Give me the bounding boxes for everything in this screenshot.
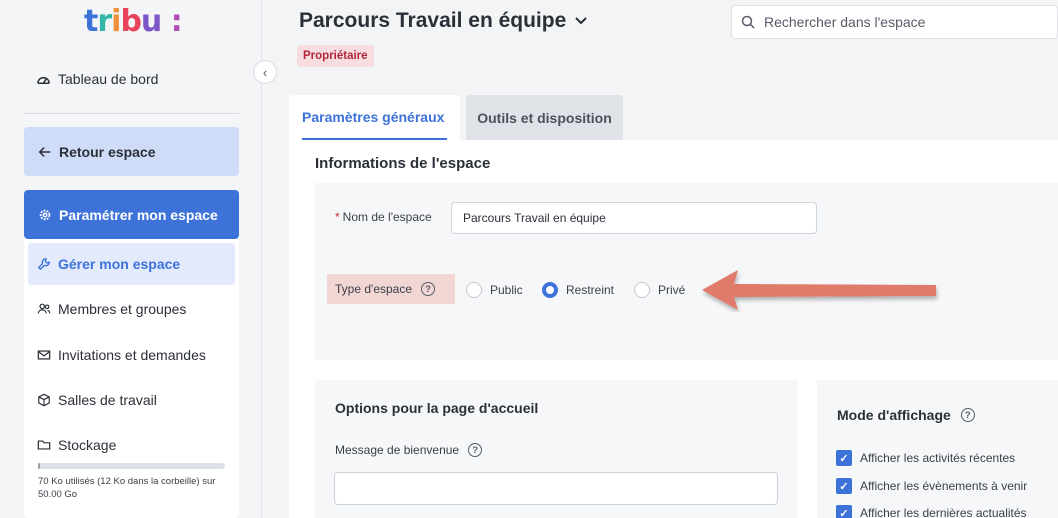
radio-private[interactable]: Privé bbox=[634, 282, 685, 298]
space-type-label: Type d'espace ? bbox=[327, 274, 455, 304]
divider bbox=[24, 113, 239, 114]
tribu-logo[interactable]: tribu : bbox=[84, 4, 183, 39]
cube-icon bbox=[38, 393, 50, 407]
sidebar-item-storage[interactable]: Stockage bbox=[37, 437, 116, 453]
search-placeholder: Rechercher dans l'espace bbox=[764, 14, 926, 30]
space-name-value: Parcours Travail en équipe bbox=[463, 211, 606, 225]
check-icon: ✓ bbox=[836, 478, 852, 494]
gear-icon bbox=[39, 209, 51, 220]
checkbox-label: Afficher les dernières actualités bbox=[860, 506, 1027, 518]
display-mode-panel bbox=[817, 380, 1058, 518]
sidebar-item-label: Invitations et demandes bbox=[58, 347, 206, 363]
chevron-down-icon bbox=[575, 17, 587, 25]
tab-label: Outils et disposition bbox=[477, 109, 612, 126]
check-icon: ✓ bbox=[836, 505, 852, 518]
sidebar-item-label: Salles de travail bbox=[58, 392, 157, 408]
sidebar-item-label: Membres et groupes bbox=[58, 301, 187, 317]
space-name-field[interactable]: Parcours Travail en équipe bbox=[451, 202, 817, 234]
help-icon[interactable]: ? bbox=[421, 282, 436, 296]
checkbox-latest-news[interactable]: ✓ Afficher les dernières actualités bbox=[836, 505, 1027, 518]
configure-space-button[interactable]: Paramétrer mon espace bbox=[24, 190, 239, 239]
required-asterisk: * bbox=[335, 210, 340, 224]
checkbox-label: Afficher les activités récentes bbox=[860, 451, 1016, 465]
section-title-homepage-options: Options pour la page d'accueil bbox=[335, 400, 539, 416]
radio-circle-selected bbox=[542, 282, 558, 298]
sidebar-item-label: Gérer mon espace bbox=[58, 256, 181, 272]
section-title-display-mode: Mode d'affichage ? bbox=[837, 407, 975, 423]
radio-label: Privé bbox=[658, 283, 686, 297]
check-icon: ✓ bbox=[836, 450, 852, 466]
sidebar-item-invitations[interactable]: Invitations et demandes bbox=[37, 347, 206, 363]
help-icon[interactable]: ? bbox=[960, 408, 975, 422]
back-label: Retour espace bbox=[59, 143, 156, 160]
role-badge: Propriétaire bbox=[297, 45, 374, 67]
radio-label: Restreint bbox=[566, 283, 615, 297]
tab-tools-layout[interactable]: Outils et disposition bbox=[466, 95, 623, 140]
checkbox-label: Afficher les évènements à venir bbox=[860, 479, 1028, 493]
checkbox-recent-activities[interactable]: ✓ Afficher les activités récentes bbox=[836, 450, 1015, 466]
chevron-left-icon: ‹ bbox=[262, 64, 268, 80]
welcome-message-field[interactable] bbox=[334, 472, 778, 505]
sidebar-item-workrooms[interactable]: Salles de travail bbox=[37, 392, 157, 408]
sidebar-item-label: Stockage bbox=[58, 437, 117, 453]
wrench-icon bbox=[37, 258, 50, 271]
storage-progress-bar bbox=[38, 463, 225, 469]
radio-circle bbox=[634, 282, 650, 298]
mail-icon bbox=[37, 350, 51, 360]
radio-circle bbox=[466, 282, 482, 298]
annotation-arrow bbox=[702, 270, 936, 310]
space-name-label: * Nom de l'espace bbox=[335, 210, 432, 224]
configure-space-label: Paramétrer mon espace bbox=[59, 206, 218, 223]
welcome-message-label: Message de bienvenue ? bbox=[335, 443, 483, 457]
sidebar: tribu : Tableau de bord Retour espace Pa… bbox=[0, 0, 262, 518]
arrow-left-icon bbox=[38, 146, 51, 157]
gauge-icon bbox=[37, 76, 50, 84]
sidebar-item-label: Tableau de bord bbox=[58, 71, 159, 87]
users-icon bbox=[37, 303, 51, 314]
search-input[interactable]: Rechercher dans l'espace bbox=[731, 5, 1058, 39]
tab-label: Paramètres généraux bbox=[302, 109, 445, 125]
space-name: Parcours Travail en équipe bbox=[299, 9, 567, 32]
radio-label: Public bbox=[490, 283, 523, 297]
sidebar-item-manage-space[interactable]: Gérer mon espace bbox=[28, 243, 235, 285]
help-icon[interactable]: ? bbox=[468, 443, 483, 457]
back-to-space-button[interactable]: Retour espace bbox=[24, 127, 239, 176]
sidebar-item-members[interactable]: Membres et groupes bbox=[37, 301, 186, 317]
folder-icon bbox=[37, 440, 51, 450]
search-icon bbox=[741, 15, 755, 29]
page-title[interactable]: Parcours Travail en équipe bbox=[299, 9, 588, 33]
sidebar-item-dashboard[interactable]: Tableau de bord bbox=[36, 71, 158, 87]
collapse-sidebar-button[interactable]: ‹ bbox=[253, 60, 277, 84]
radio-public[interactable]: Public bbox=[466, 282, 523, 298]
section-title-info: Informations de l'espace bbox=[315, 155, 491, 172]
storage-progress-fill bbox=[38, 463, 40, 469]
storage-usage-text: 70 Ko utilisés (12 Ko dans la corbeille)… bbox=[38, 476, 216, 500]
tab-general-settings[interactable]: Paramètres généraux bbox=[289, 95, 460, 140]
radio-restricted[interactable]: Restreint bbox=[542, 282, 614, 298]
checkbox-upcoming-events[interactable]: ✓ Afficher les évènements à venir bbox=[836, 478, 1027, 494]
